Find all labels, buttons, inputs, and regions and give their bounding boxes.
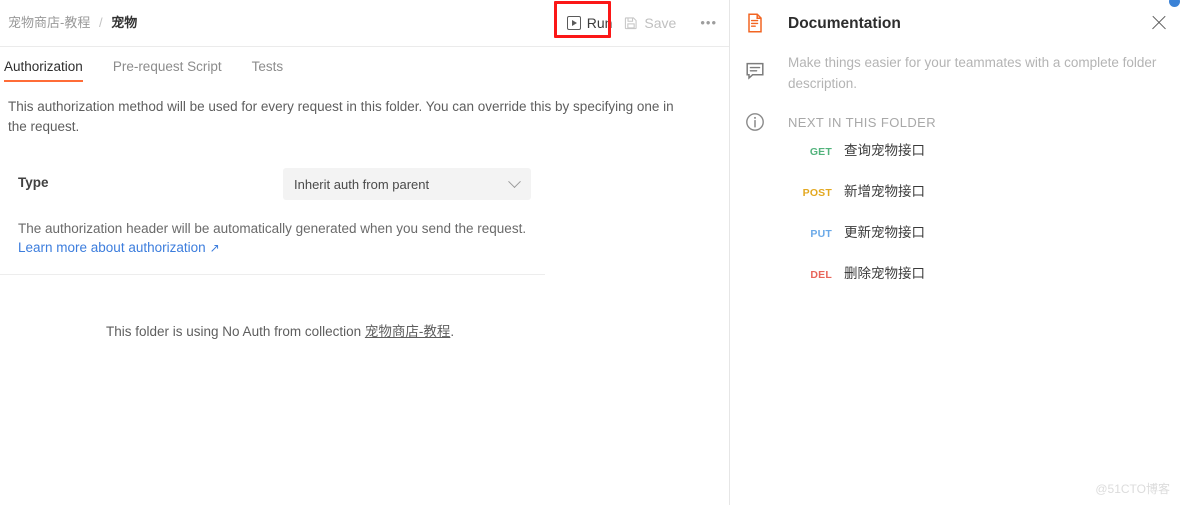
run-button[interactable]: Run — [566, 15, 613, 31]
breadcrumb-collection[interactable]: 宠物商店-教程 — [8, 15, 90, 30]
documentation-pane: Documentation Make things easier for you… — [730, 0, 1184, 505]
watermark: @51CTO博客 — [1095, 482, 1170, 496]
breadcrumb-separator: / — [98, 15, 103, 30]
request-name: 新增宠物接口 — [844, 184, 925, 199]
learn-more-link[interactable]: Learn more about authorization ↗ — [18, 238, 220, 258]
documentation-icon-rail — [744, 0, 774, 505]
documentation-title: Documentation — [788, 15, 901, 32]
breadcrumb: 宠物商店-教程 / 宠物 — [8, 15, 137, 31]
breadcrumb-current-folder: 宠物 — [111, 15, 138, 30]
external-link-icon: ↗ — [209, 241, 220, 255]
request-method-badge: GET — [809, 146, 832, 158]
inherited-auth-prefix: This folder is using No Auth from collec… — [106, 324, 365, 339]
section-divider — [0, 274, 545, 275]
request-name: 删除宠物接口 — [844, 266, 925, 281]
list-item[interactable]: POST 新增宠物接口 — [788, 183, 1178, 224]
documentation-description: Make things easier for your teammates wi… — [788, 55, 1157, 91]
save-button[interactable]: Save — [624, 15, 676, 31]
editor-tabs: Authorization Pre-request Script Tests — [0, 52, 313, 82]
auth-type-row: Type Inherit auth from parent — [0, 168, 540, 200]
floppy-disk-icon — [624, 16, 638, 30]
documentation-header: Documentation — [788, 12, 1172, 36]
inherited-auth-note: This folder is using No Auth from collec… — [106, 323, 454, 341]
request-method-badge: POST — [802, 187, 832, 199]
auth-type-select[interactable]: Inherit auth from parent — [283, 168, 531, 200]
notification-badge[interactable] — [1168, 0, 1181, 8]
learn-more-label: Learn more about authorization — [18, 240, 206, 255]
header-actions: Run Save ••• — [553, 0, 721, 46]
tab-authorization[interactable]: Authorization — [4, 59, 83, 82]
header-divider — [0, 46, 729, 47]
tab-pre-request-script[interactable]: Pre-request Script — [113, 59, 222, 82]
run-button-wrapper: Run — [553, 1, 613, 38]
inherited-auth-collection-link[interactable]: 宠物商店-教程 — [365, 324, 451, 339]
close-icon[interactable] — [1150, 14, 1168, 32]
tab-tests[interactable]: Tests — [252, 59, 284, 82]
more-options-button[interactable]: ••• — [696, 16, 721, 29]
list-item[interactable]: PUT 更新宠物接口 — [788, 224, 1178, 265]
auth-header-note: The authorization header will be automat… — [18, 221, 527, 236]
editor-header: 宠物商店-教程 / 宠物 Run Save ••• — [0, 0, 729, 46]
next-in-folder-list: GET 查询宠物接口 POST 新增宠物接口 PUT 更新宠物接口 DEL 删除… — [788, 142, 1178, 306]
next-in-folder-label: NEXT IN THIS FOLDER — [788, 115, 936, 130]
request-method-badge: DEL — [810, 269, 832, 281]
save-button-label: Save — [644, 15, 677, 31]
request-method-badge: PUT — [810, 228, 832, 240]
comment-icon[interactable] — [744, 60, 766, 82]
play-icon — [566, 16, 581, 30]
inherited-auth-suffix: . — [450, 324, 455, 339]
auth-type-label: Type — [18, 175, 49, 190]
document-icon[interactable] — [744, 12, 766, 34]
info-icon[interactable] — [744, 111, 766, 133]
request-name: 更新宠物接口 — [844, 225, 925, 240]
postman-folder-view: 宠物商店-教程 / 宠物 Run Save ••• Authorization … — [0, 0, 1184, 505]
folder-editor-pane: 宠物商店-教程 / 宠物 Run Save ••• Authorization … — [0, 0, 729, 505]
request-name: 查询宠物接口 — [844, 143, 925, 158]
run-button-label: Run — [586, 15, 613, 31]
auth-type-selected-value: Inherit auth from parent — [294, 176, 430, 192]
list-item[interactable]: DEL 删除宠物接口 — [788, 265, 1178, 306]
list-item[interactable]: GET 查询宠物接口 — [788, 142, 1178, 183]
authorization-description: This authorization method will be used f… — [8, 99, 674, 134]
chevron-down-icon — [508, 174, 521, 188]
